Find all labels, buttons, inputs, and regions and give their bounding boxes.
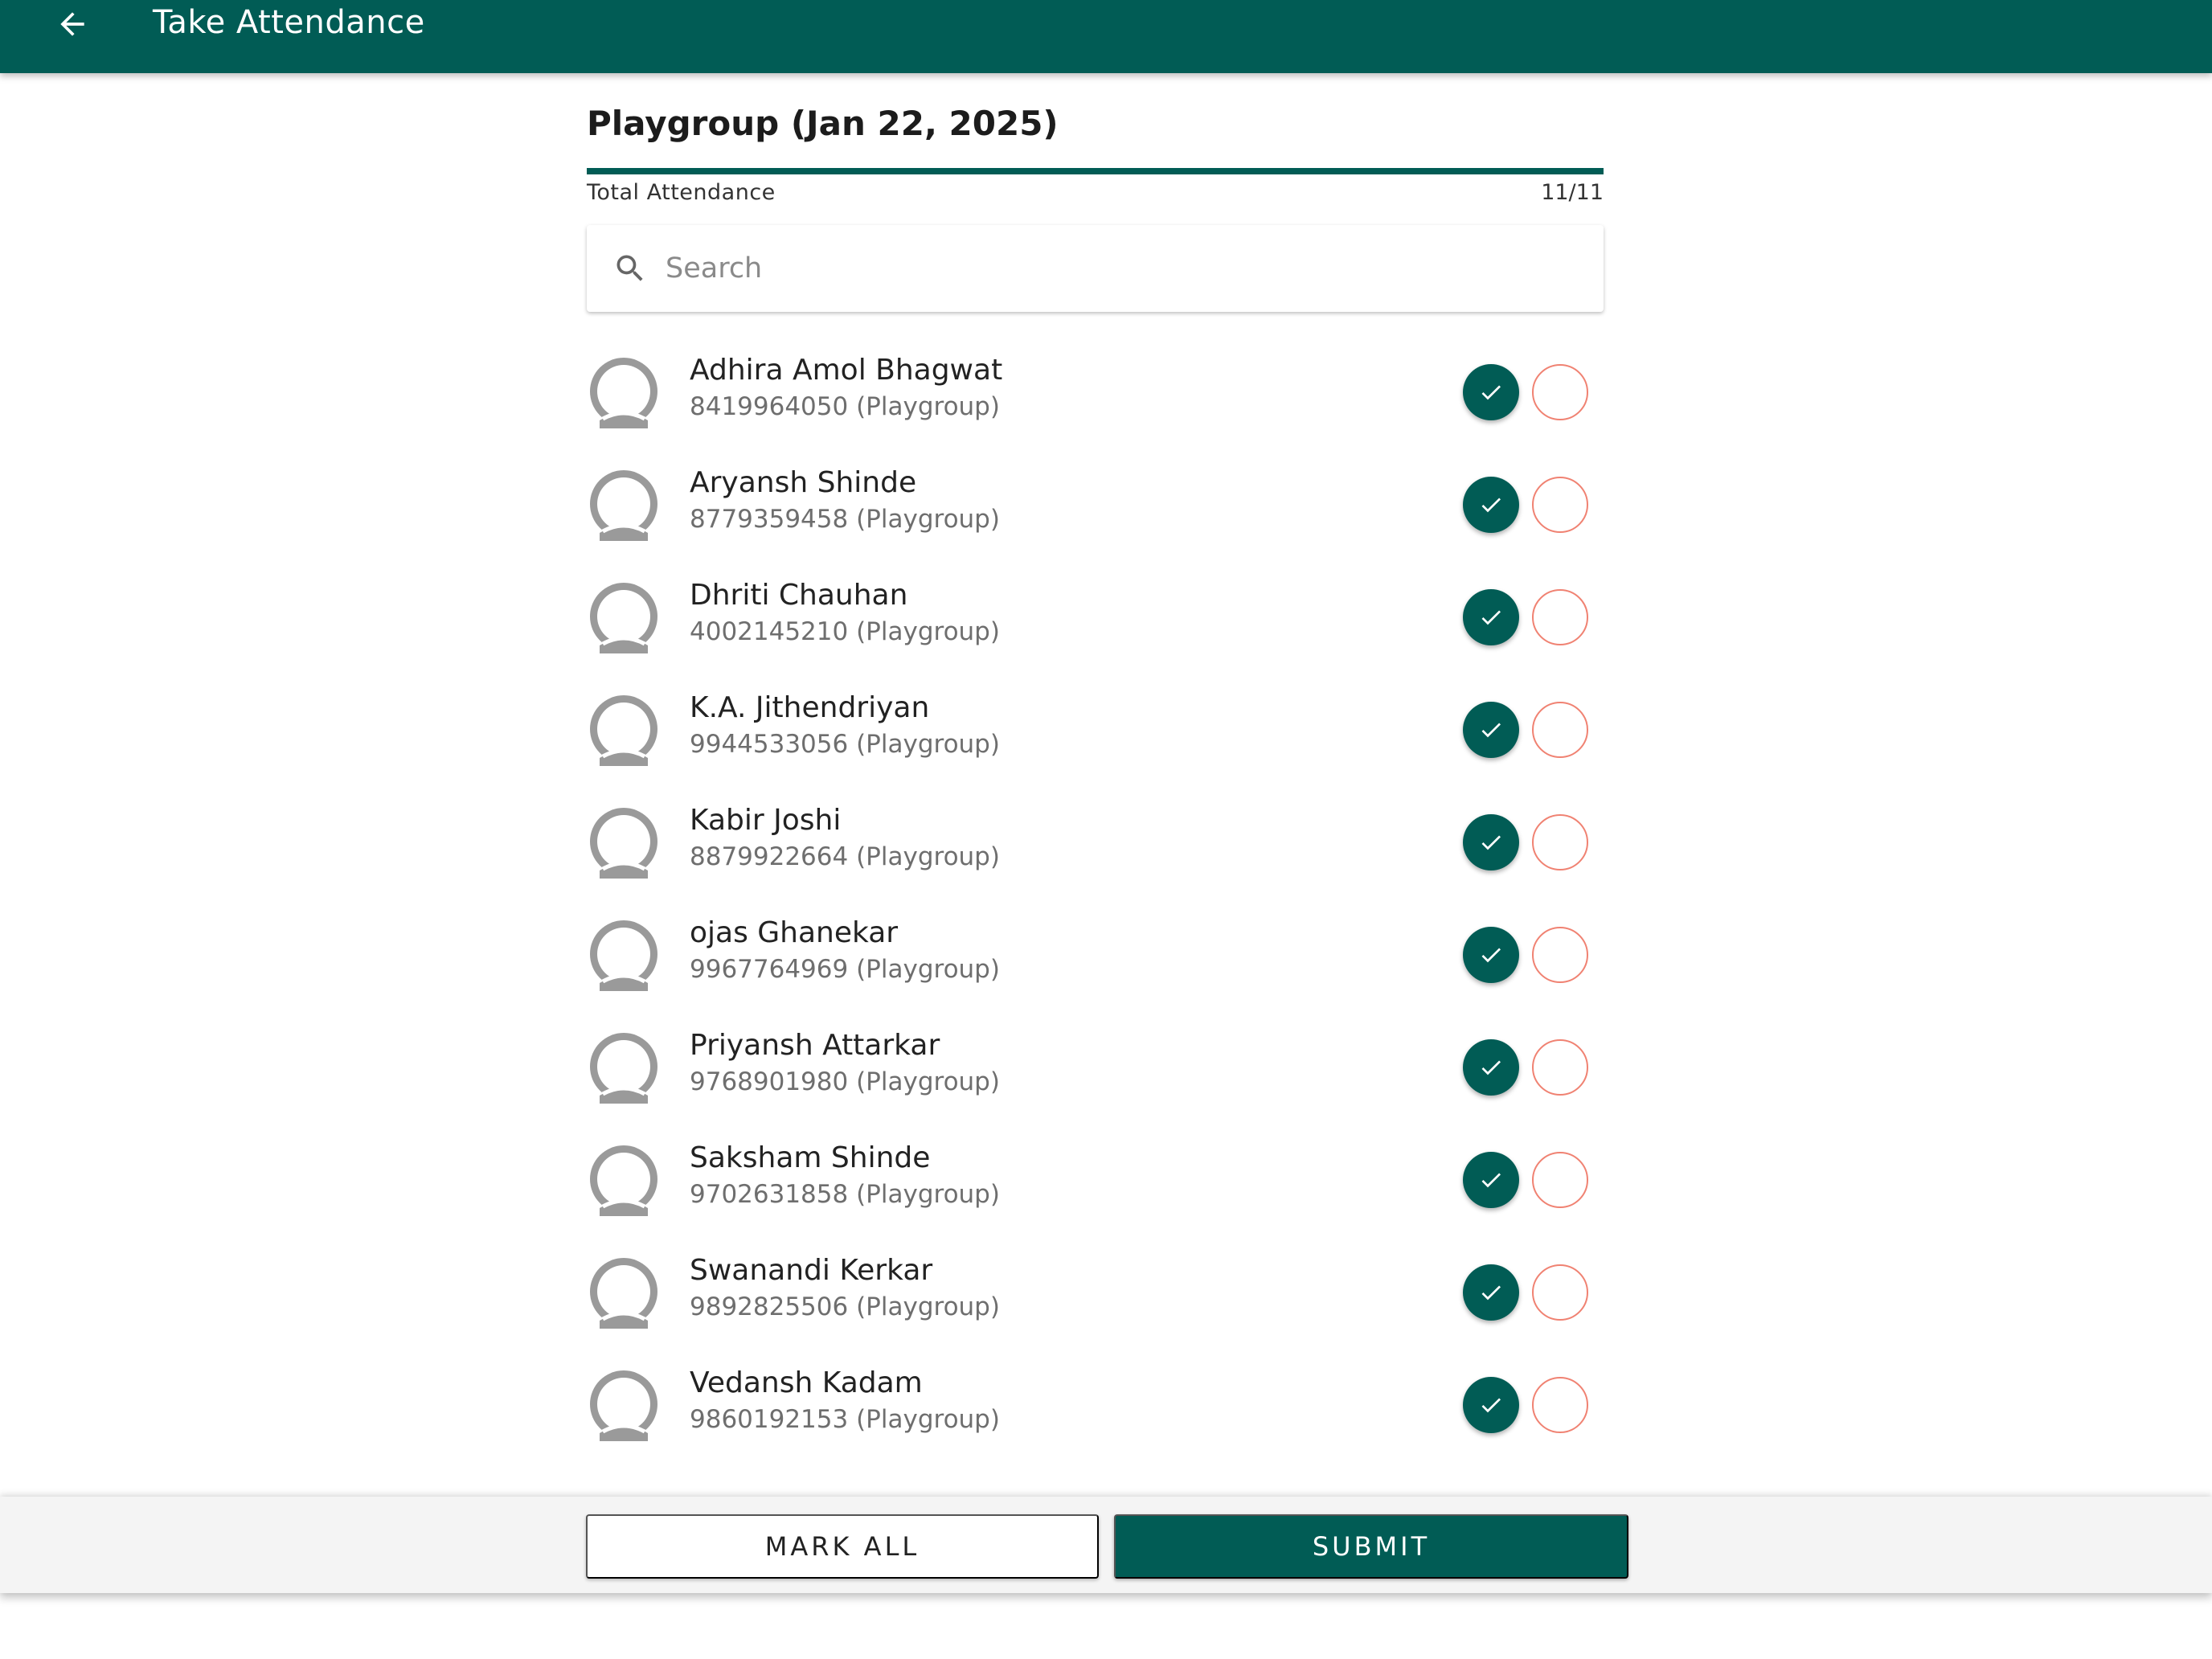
mark-absent-button[interactable]	[1532, 1152, 1588, 1208]
search-input[interactable]	[664, 252, 1551, 285]
mark-absent-button[interactable]	[1532, 702, 1588, 758]
mark-present-button[interactable]	[1463, 364, 1519, 420]
back-button[interactable]	[48, 0, 96, 48]
student-name: Saksham Shinde	[690, 1141, 931, 1174]
person-icon	[587, 580, 661, 653]
check-icon	[1481, 498, 1501, 513]
student-name: K.A. Jithendriyan	[690, 691, 930, 724]
student-name: Priyansh Attarkar	[690, 1029, 940, 1062]
student-name: Aryansh Shinde	[690, 466, 917, 499]
check-icon	[1481, 1060, 1501, 1075]
student-row: Swanandi Kerkar 9892825506 (Playgroup)	[587, 1251, 1604, 1363]
check-icon	[1481, 385, 1501, 400]
mark-present-button[interactable]	[1463, 1039, 1519, 1096]
student-phone-class: 8879922664 (Playgroup)	[690, 842, 1000, 871]
page-title: Take Attendance	[153, 4, 425, 41]
student-phone-class: 9892825506 (Playgroup)	[690, 1292, 1000, 1321]
student-phone-class: 4002145210 (Playgroup)	[690, 617, 1000, 646]
student-name: Dhriti Chauhan	[690, 579, 908, 612]
check-icon	[1481, 1398, 1501, 1413]
mark-present-button[interactable]	[1463, 589, 1519, 645]
student-list: Adhira Amol Bhagwat 8419964050 (Playgrou…	[587, 350, 1604, 1476]
mark-absent-button[interactable]	[1532, 927, 1588, 983]
attendance-progress-bar	[587, 168, 1604, 174]
student-phone-class: 8779359458 (Playgroup)	[690, 505, 1000, 534]
student-row: K.A. Jithendriyan 9944533056 (Playgroup)	[587, 688, 1604, 801]
student-name: Swanandi Kerkar	[690, 1254, 933, 1287]
check-icon	[1481, 835, 1501, 850]
student-row: Aryansh Shinde 8779359458 (Playgroup)	[587, 463, 1604, 576]
student-phone-class: 9967764969 (Playgroup)	[690, 955, 1000, 984]
student-phone-class: 9944533056 (Playgroup)	[690, 730, 1000, 759]
student-name: Vedansh Kadam	[690, 1366, 923, 1399]
person-icon	[587, 1367, 661, 1441]
bottom-action-bar: MARK ALL SUBMIT	[0, 1497, 2212, 1593]
student-row: Vedansh Kadam 9860192153 (Playgroup)	[587, 1363, 1604, 1476]
search-icon	[612, 251, 648, 286]
student-row: Dhriti Chauhan 4002145210 (Playgroup)	[587, 576, 1604, 688]
person-icon	[587, 692, 661, 766]
attendance-progress-fill	[587, 168, 1604, 174]
total-attendance-label: Total Attendance	[587, 180, 776, 205]
mark-present-button[interactable]	[1463, 1377, 1519, 1433]
person-icon	[587, 1142, 661, 1216]
mark-absent-button[interactable]	[1532, 814, 1588, 870]
person-icon	[587, 354, 661, 428]
student-name: ojas Ghanekar	[690, 916, 899, 949]
student-row: Priyansh Attarkar 9768901980 (Playgroup)	[587, 1026, 1604, 1138]
person-icon	[587, 805, 661, 879]
mark-absent-button[interactable]	[1532, 477, 1588, 533]
student-phone-class: 8419964050 (Playgroup)	[690, 392, 1000, 421]
mark-present-button[interactable]	[1463, 814, 1519, 870]
mark-all-button[interactable]: MARK ALL	[586, 1514, 1099, 1579]
class-title: Playgroup (Jan 22, 2025)	[587, 104, 1059, 143]
arrow-left-icon	[60, 12, 84, 36]
check-icon	[1481, 610, 1501, 625]
student-row: Kabir Joshi 8879922664 (Playgroup)	[587, 801, 1604, 913]
mark-absent-button[interactable]	[1532, 1039, 1588, 1096]
search-bar[interactable]	[587, 225, 1604, 312]
check-icon	[1481, 948, 1501, 963]
student-phone-class: 9768901980 (Playgroup)	[690, 1067, 1000, 1096]
mark-present-button[interactable]	[1463, 927, 1519, 983]
mark-absent-button[interactable]	[1532, 364, 1588, 420]
mark-present-button[interactable]	[1463, 702, 1519, 758]
person-icon	[587, 917, 661, 991]
person-icon	[587, 1255, 661, 1329]
check-icon	[1481, 1285, 1501, 1301]
student-name: Adhira Amol Bhagwat	[690, 354, 1003, 387]
person-icon	[587, 467, 661, 541]
submit-button[interactable]: SUBMIT	[1114, 1514, 1628, 1579]
student-row: ojas Ghanekar 9967764969 (Playgroup)	[587, 913, 1604, 1026]
student-name: Kabir Joshi	[690, 804, 842, 837]
student-row: Adhira Amol Bhagwat 8419964050 (Playgrou…	[587, 350, 1604, 463]
student-phone-class: 9702631858 (Playgroup)	[690, 1180, 1000, 1209]
mark-absent-button[interactable]	[1532, 1377, 1588, 1433]
app-bar: Take Attendance	[0, 0, 2212, 73]
student-phone-class: 9860192153 (Playgroup)	[690, 1405, 1000, 1434]
mark-absent-button[interactable]	[1532, 1264, 1588, 1321]
mark-present-button[interactable]	[1463, 1152, 1519, 1208]
check-icon	[1481, 1173, 1501, 1188]
student-row: Saksham Shinde 9702631858 (Playgroup)	[587, 1138, 1604, 1251]
mark-present-button[interactable]	[1463, 1264, 1519, 1321]
total-attendance-count: 11/11	[1541, 180, 1604, 205]
person-icon	[587, 1030, 661, 1104]
check-icon	[1481, 723, 1501, 738]
mark-present-button[interactable]	[1463, 477, 1519, 533]
mark-absent-button[interactable]	[1532, 589, 1588, 645]
